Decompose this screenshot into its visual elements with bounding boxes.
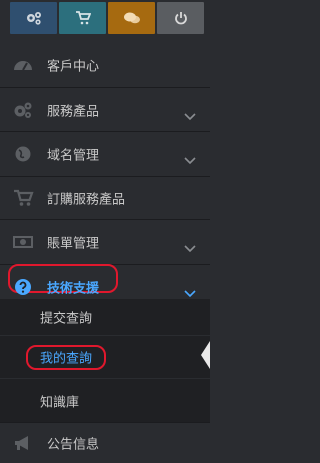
chevron-down-icon <box>184 283 196 298</box>
globe-icon <box>12 144 34 164</box>
comments-icon <box>123 12 140 24</box>
sidebar-item-label: 客戶中心 <box>47 59 100 75</box>
sidebar-item-billing[interactable]: 賬單管理 <box>0 220 210 264</box>
sidebar-item-domains[interactable]: 域名管理 <box>0 132 210 176</box>
sidebar-item-label: 公告信息 <box>47 437 100 453</box>
gears-icon <box>12 100 34 120</box>
cart-icon <box>75 11 91 25</box>
sidebar-menu: 客戶中心 服務產品 域名管理 訂購服務產品 賬單管理 技術支援 提交查詢 我的查… <box>0 43 210 463</box>
cart-icon <box>12 188 34 208</box>
sidebar-item-label: 賬單管理 <box>47 236 100 252</box>
chevron-down-icon <box>184 238 196 253</box>
gears-icon <box>26 12 41 25</box>
sidebar-item-order[interactable]: 訂購服務產品 <box>0 177 210 219</box>
active-pointer-arrow <box>201 341 210 369</box>
bullhorn-icon <box>12 433 34 453</box>
chevron-down-icon <box>184 106 196 120</box>
chevron-down-icon <box>184 150 196 165</box>
logout-shortcut-button[interactable] <box>157 2 204 34</box>
money-icon <box>12 232 34 252</box>
submenu-item-my-tickets[interactable]: 我的查詢 <box>0 336 210 378</box>
sidebar-item-services[interactable]: 服務產品 <box>0 88 210 131</box>
sidebar-item-label: 域名管理 <box>47 148 100 164</box>
submenu-item-label: 知識庫 <box>40 395 80 410</box>
power-icon <box>174 12 187 25</box>
sidebar-item-label: 訂購服務產品 <box>47 192 126 208</box>
dashboard-icon <box>12 55 34 75</box>
services-shortcut-button[interactable] <box>10 2 57 34</box>
top-toolbar <box>0 0 210 40</box>
sidebar-item-announcements[interactable]: 公告信息 <box>0 423 210 463</box>
submenu-item-submit-ticket[interactable]: 提交查詢 <box>0 299 210 335</box>
sidebar-item-client-area[interactable]: 客戶中心 <box>0 43 210 87</box>
question-circle-icon <box>12 277 34 297</box>
sidebar-item-label: 技術支援 <box>47 281 100 297</box>
submenu-item-knowledgebase[interactable]: 知識庫 <box>0 379 210 422</box>
submenu-item-label: 我的查詢 <box>40 351 93 367</box>
chat-shortcut-button[interactable] <box>108 2 155 34</box>
submenu-item-label: 提交查詢 <box>40 311 93 327</box>
cart-shortcut-button[interactable] <box>59 2 106 34</box>
sidebar-item-label: 服務產品 <box>47 104 100 119</box>
